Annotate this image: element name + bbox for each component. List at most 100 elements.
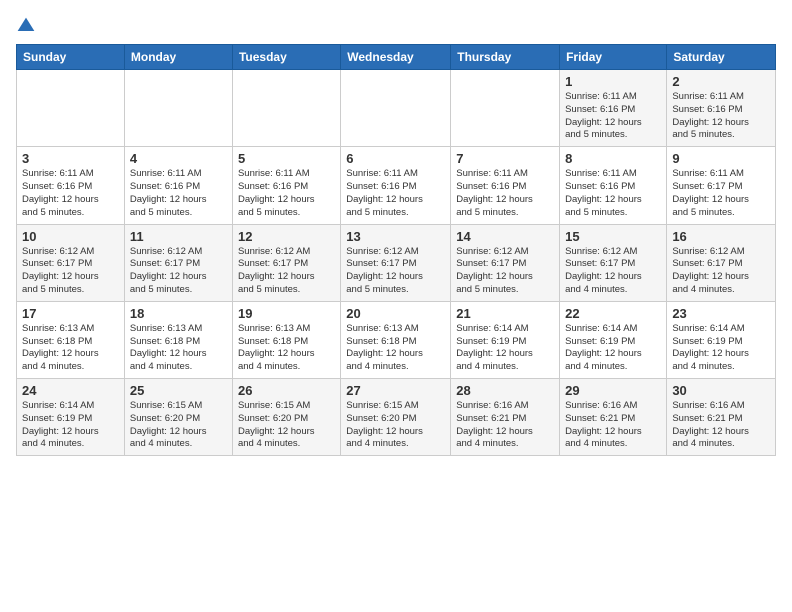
day-info: Sunrise: 6:11 AM Sunset: 6:16 PM Dayligh… [346, 168, 445, 219]
day-number: 18 [130, 306, 227, 321]
day-number: 5 [238, 151, 335, 166]
calendar-week-3: 10Sunrise: 6:12 AM Sunset: 6:17 PM Dayli… [17, 224, 776, 301]
day-info: Sunrise: 6:16 AM Sunset: 6:21 PM Dayligh… [456, 400, 554, 451]
calendar-week-2: 3 Sunrise: 6:11 AM Sunset: 6:16 PM Daylig… [17, 147, 776, 224]
day-info: Sunrise: 6:12 AM Sunset: 6:17 PM Dayligh… [456, 246, 554, 297]
day-info: Sunrise: 6:11 AM Sunset: 6:16 PM Dayligh… [130, 168, 227, 219]
day-number: 16 [672, 229, 770, 244]
day-number: 6 [346, 151, 445, 166]
calendar-cell: 9Sunrise: 6:11 AM Sunset: 6:17 PM Daylig… [667, 147, 776, 224]
day-info: Sunrise: 6:12 AM Sunset: 6:17 PM Dayligh… [672, 246, 770, 297]
day-number: 24 [22, 383, 119, 398]
day-number: 12 [238, 229, 335, 244]
day-number: 15 [565, 229, 661, 244]
calendar-cell: 15 Sunrise: 6:12 AM Sunset: 6:17 PM Dayli… [560, 224, 667, 301]
calendar-cell: 6 Sunrise: 6:11 AM Sunset: 6:16 PM Daylig… [341, 147, 451, 224]
calendar-cell: 11Sunrise: 6:12 AM Sunset: 6:17 PM Dayli… [124, 224, 232, 301]
logo [16, 16, 38, 36]
day-info: Sunrise: 6:12 AM Sunset: 6:17 PM Dayligh… [130, 246, 227, 297]
day-info: Sunrise: 6:11 AM Sunset: 6:16 PM Dayligh… [456, 168, 554, 219]
day-info: Sunrise: 6:11 AM Sunset: 6:16 PM Dayligh… [565, 168, 661, 219]
day-number: 23 [672, 306, 770, 321]
day-number: 2 [672, 74, 770, 89]
day-number: 4 [130, 151, 227, 166]
calendar-week-1: 1 Sunrise: 6:11 AM Sunset: 6:16 PM Daylig… [17, 70, 776, 147]
day-info: Sunrise: 6:12 AM Sunset: 6:17 PM Dayligh… [22, 246, 119, 297]
calendar-cell: 4 Sunrise: 6:11 AM Sunset: 6:16 PM Daylig… [124, 147, 232, 224]
calendar-cell: 19 Sunrise: 6:13 AM Sunset: 6:18 PM Dayli… [232, 301, 340, 378]
weekday-header-thursday: Thursday [451, 45, 560, 70]
day-info: Sunrise: 6:12 AM Sunset: 6:17 PM Dayligh… [565, 246, 661, 297]
calendar-cell: 7 Sunrise: 6:11 AM Sunset: 6:16 PM Daylig… [451, 147, 560, 224]
calendar-cell: 18 Sunrise: 6:13 AM Sunset: 6:18 PM Dayli… [124, 301, 232, 378]
calendar-cell: 1 Sunrise: 6:11 AM Sunset: 6:16 PM Daylig… [560, 70, 667, 147]
calendar-cell: 8 Sunrise: 6:11 AM Sunset: 6:16 PM Daylig… [560, 147, 667, 224]
calendar-cell: 24 Sunrise: 6:14 AM Sunset: 6:19 PM Dayli… [17, 379, 125, 456]
day-info: Sunrise: 6:11 AM Sunset: 6:16 PM Dayligh… [22, 168, 119, 219]
calendar-cell [17, 70, 125, 147]
day-number: 26 [238, 383, 335, 398]
weekday-header-monday: Monday [124, 45, 232, 70]
day-info: Sunrise: 6:16 AM Sunset: 6:21 PM Dayligh… [565, 400, 661, 451]
calendar-cell: 2 Sunrise: 6:11 AM Sunset: 6:16 PM Daylig… [667, 70, 776, 147]
day-info: Sunrise: 6:15 AM Sunset: 6:20 PM Dayligh… [346, 400, 445, 451]
calendar-week-4: 17 Sunrise: 6:13 AM Sunset: 6:18 PM Dayli… [17, 301, 776, 378]
day-info: Sunrise: 6:14 AM Sunset: 6:19 PM Dayligh… [22, 400, 119, 451]
calendar-cell: 16 Sunrise: 6:12 AM Sunset: 6:17 PM Dayli… [667, 224, 776, 301]
calendar-cell [451, 70, 560, 147]
day-number: 7 [456, 151, 554, 166]
calendar-table: SundayMondayTuesdayWednesdayThursdayFrid… [16, 44, 776, 456]
day-number: 9 [672, 151, 770, 166]
day-info: Sunrise: 6:16 AM Sunset: 6:21 PM Dayligh… [672, 400, 770, 451]
day-number: 27 [346, 383, 445, 398]
calendar-cell: 29Sunrise: 6:16 AM Sunset: 6:21 PM Dayli… [560, 379, 667, 456]
day-info: Sunrise: 6:13 AM Sunset: 6:18 PM Dayligh… [238, 323, 335, 374]
day-info: Sunrise: 6:12 AM Sunset: 6:17 PM Dayligh… [346, 246, 445, 297]
calendar-cell [341, 70, 451, 147]
day-info: Sunrise: 6:15 AM Sunset: 6:20 PM Dayligh… [130, 400, 227, 451]
calendar-cell: 13 Sunrise: 6:12 AM Sunset: 6:17 PM Dayli… [341, 224, 451, 301]
day-number: 22 [565, 306, 661, 321]
day-number: 28 [456, 383, 554, 398]
day-info: Sunrise: 6:13 AM Sunset: 6:18 PM Dayligh… [22, 323, 119, 374]
calendar-cell: 12 Sunrise: 6:12 AM Sunset: 6:17 PM Dayli… [232, 224, 340, 301]
calendar-cell: 23 Sunrise: 6:14 AM Sunset: 6:19 PM Dayli… [667, 301, 776, 378]
day-number: 1 [565, 74, 661, 89]
day-number: 13 [346, 229, 445, 244]
calendar-cell: 25 Sunrise: 6:15 AM Sunset: 6:20 PM Dayli… [124, 379, 232, 456]
weekday-header-wednesday: Wednesday [341, 45, 451, 70]
calendar-cell: 3 Sunrise: 6:11 AM Sunset: 6:16 PM Daylig… [17, 147, 125, 224]
calendar-cell [124, 70, 232, 147]
day-info: Sunrise: 6:11 AM Sunset: 6:16 PM Dayligh… [565, 91, 661, 142]
weekday-header-friday: Friday [560, 45, 667, 70]
day-info: Sunrise: 6:11 AM Sunset: 6:16 PM Dayligh… [672, 91, 770, 142]
day-number: 21 [456, 306, 554, 321]
day-number: 20 [346, 306, 445, 321]
calendar-cell: 27 Sunrise: 6:15 AM Sunset: 6:20 PM Dayli… [341, 379, 451, 456]
calendar-cell [232, 70, 340, 147]
day-info: Sunrise: 6:15 AM Sunset: 6:20 PM Dayligh… [238, 400, 335, 451]
day-number: 14 [456, 229, 554, 244]
day-number: 30 [672, 383, 770, 398]
calendar-cell: 26 Sunrise: 6:15 AM Sunset: 6:20 PM Dayli… [232, 379, 340, 456]
day-info: Sunrise: 6:14 AM Sunset: 6:19 PM Dayligh… [672, 323, 770, 374]
day-number: 3 [22, 151, 119, 166]
day-info: Sunrise: 6:14 AM Sunset: 6:19 PM Dayligh… [565, 323, 661, 374]
day-info: Sunrise: 6:11 AM Sunset: 6:16 PM Dayligh… [238, 168, 335, 219]
day-info: Sunrise: 6:12 AM Sunset: 6:17 PM Dayligh… [238, 246, 335, 297]
calendar-week-5: 24 Sunrise: 6:14 AM Sunset: 6:19 PM Dayli… [17, 379, 776, 456]
day-info: Sunrise: 6:13 AM Sunset: 6:18 PM Dayligh… [130, 323, 227, 374]
page-header [16, 16, 776, 36]
day-number: 19 [238, 306, 335, 321]
logo-icon [16, 16, 36, 36]
calendar-cell: 22 Sunrise: 6:14 AM Sunset: 6:19 PM Dayli… [560, 301, 667, 378]
weekday-header-tuesday: Tuesday [232, 45, 340, 70]
day-info: Sunrise: 6:13 AM Sunset: 6:18 PM Dayligh… [346, 323, 445, 374]
day-number: 17 [22, 306, 119, 321]
calendar-body: 1 Sunrise: 6:11 AM Sunset: 6:16 PM Daylig… [17, 70, 776, 456]
calendar-cell: 5 Sunrise: 6:11 AM Sunset: 6:16 PM Daylig… [232, 147, 340, 224]
day-number: 25 [130, 383, 227, 398]
day-number: 8 [565, 151, 661, 166]
calendar-cell: 10Sunrise: 6:12 AM Sunset: 6:17 PM Dayli… [17, 224, 125, 301]
weekday-header-saturday: Saturday [667, 45, 776, 70]
